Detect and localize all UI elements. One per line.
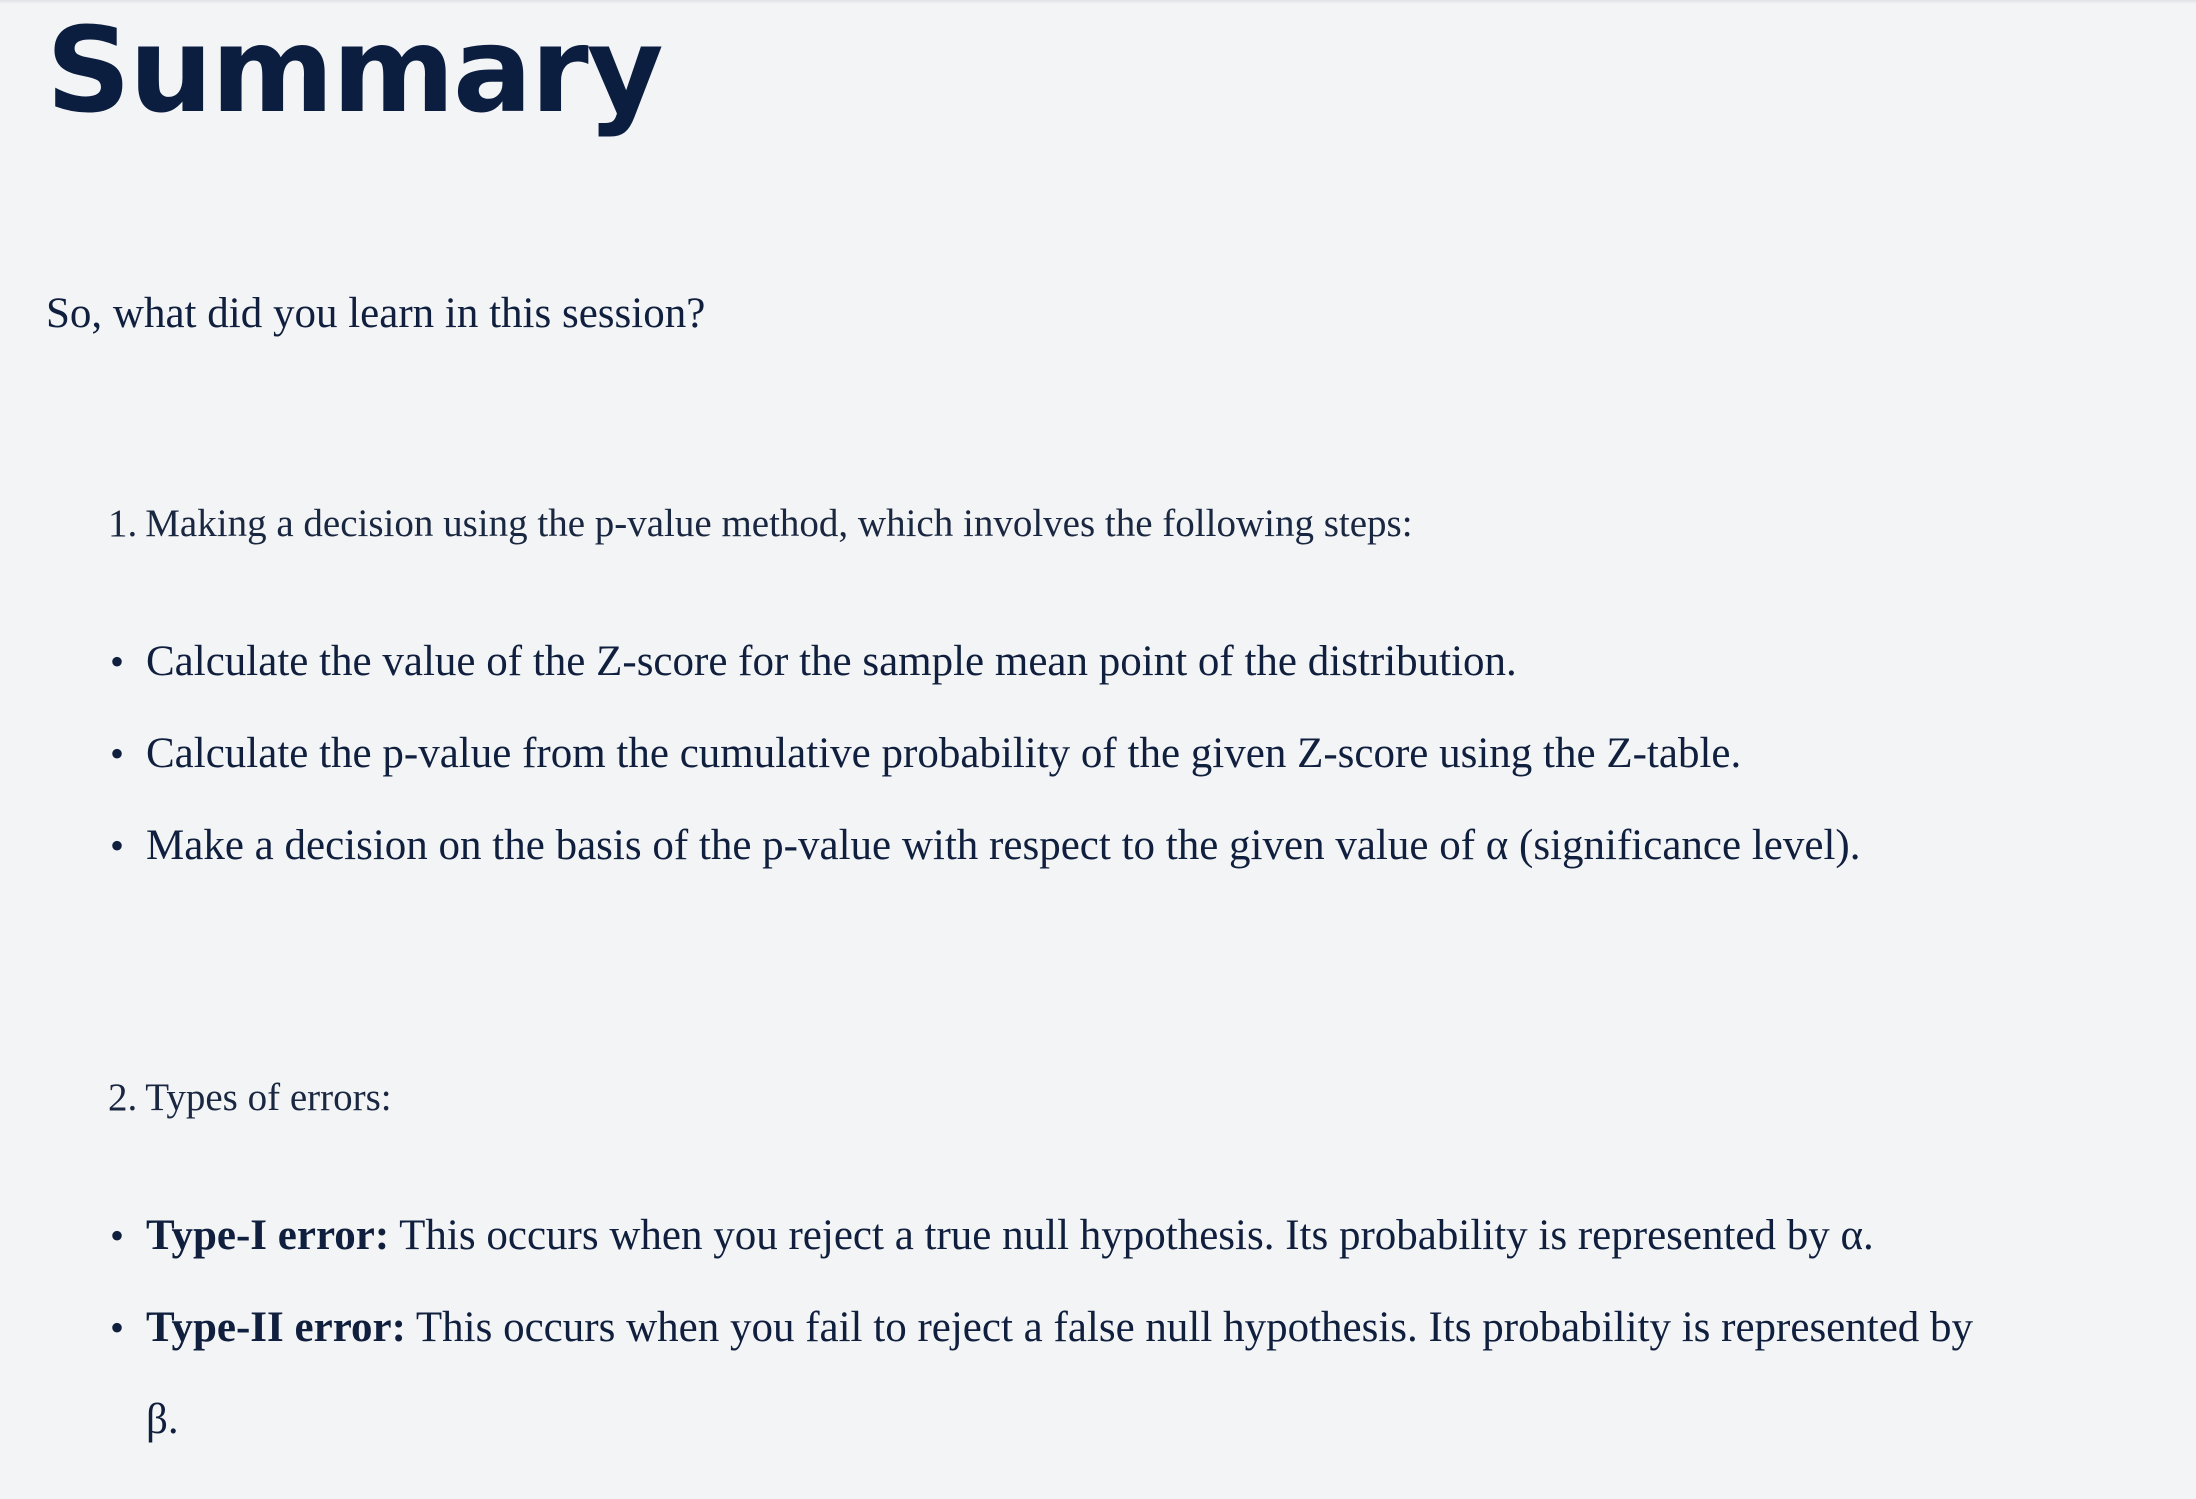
section-heading-p-value-method: 1. Making a decision using the p-value me… bbox=[108, 498, 1413, 550]
page-title: Summary bbox=[46, 1, 664, 139]
bullet-icon: • bbox=[110, 1213, 125, 1258]
list-item: • Make a decision on the basis of the p-… bbox=[110, 800, 1861, 892]
bullet-icon: • bbox=[110, 823, 125, 868]
error-types-list: • Type-I error: This occurs when you rej… bbox=[110, 1190, 1996, 1466]
section-heading-types-of-errors: 2. Types of errors: bbox=[108, 1072, 392, 1124]
error-label: Type-II error: bbox=[146, 1304, 406, 1351]
list-item: • Calculate the value of the Z-score for… bbox=[110, 616, 1860, 708]
list-item-text: Make a decision on the basis of the p-va… bbox=[146, 822, 1861, 869]
bullet-icon: • bbox=[110, 731, 125, 776]
intro-text: So, what did you learn in this session? bbox=[46, 290, 706, 337]
list-item-text: Calculate the value of the Z-score for t… bbox=[146, 638, 1517, 685]
section-number: 2. bbox=[108, 1076, 138, 1119]
list-item: • Calculate the p-value from the cumulat… bbox=[110, 708, 1860, 800]
error-label: Type-I error: bbox=[146, 1212, 390, 1259]
section-heading-text: Types of errors: bbox=[145, 1076, 392, 1119]
error-description: This occurs when you fail to reject a fa… bbox=[146, 1304, 1974, 1443]
bullet-icon: • bbox=[110, 639, 125, 684]
list-item-text: Calculate the p-value from the cumulativ… bbox=[146, 730, 1742, 777]
list-item-type-ii-error: • Type-II error: This occurs when you fa… bbox=[110, 1282, 1996, 1466]
section-number: 1. bbox=[108, 502, 138, 545]
bullet-icon: • bbox=[110, 1305, 125, 1350]
p-value-steps-list: • Calculate the value of the Z-score for… bbox=[110, 616, 1861, 892]
list-item-type-i-error: • Type-I error: This occurs when you rej… bbox=[110, 1190, 1996, 1282]
error-description: This occurs when you reject a true null … bbox=[389, 1212, 1874, 1259]
section-heading-text: Making a decision using the p-value meth… bbox=[145, 502, 1413, 545]
